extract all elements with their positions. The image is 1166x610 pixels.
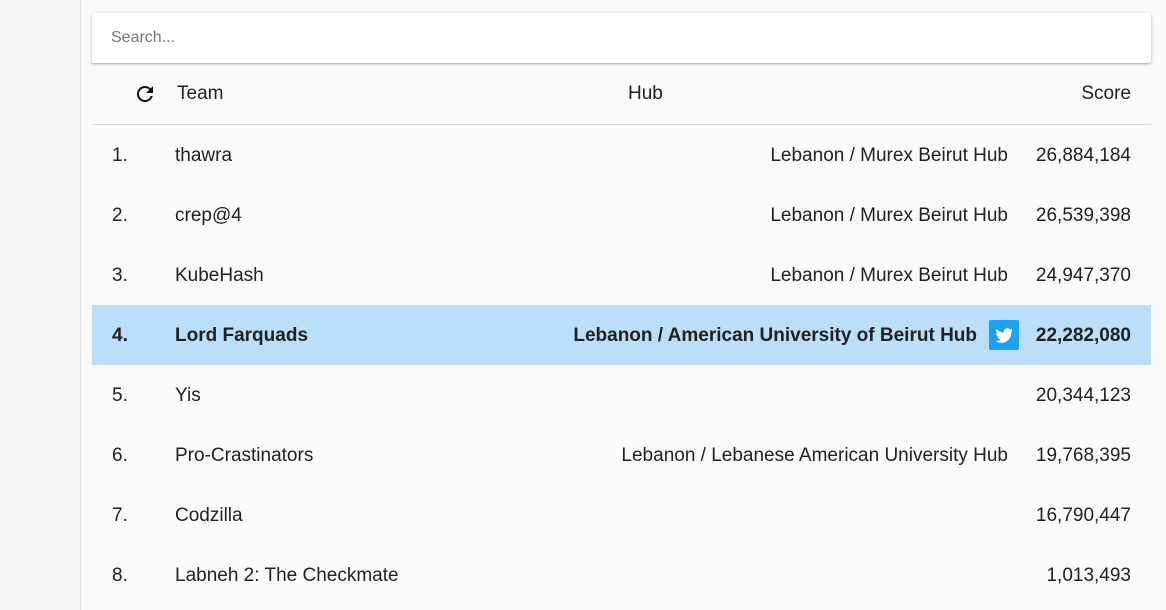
sidebar	[0, 0, 81, 610]
row-score: 19,768,395	[1035, 445, 1131, 466]
row-rank: 6.	[112, 445, 128, 466]
table-header: Team Hub Score	[92, 64, 1151, 125]
row-team: crep@4	[175, 205, 242, 226]
table-row[interactable]: 1. thawra Lebanon / Murex Beirut Hub 26,…	[92, 125, 1151, 185]
row-rank: 8.	[112, 565, 128, 586]
row-score: 22,282,080	[1035, 325, 1131, 346]
search-input[interactable]	[92, 13, 1111, 63]
table-row[interactable]: 2. crep@4 Lebanon / Murex Beirut Hub 26,…	[92, 185, 1151, 245]
row-rank: 1.	[112, 145, 128, 166]
row-rank: 2.	[112, 205, 128, 226]
row-rank: 7.	[112, 505, 128, 526]
row-rank: 3.	[112, 265, 128, 286]
row-team: thawra	[175, 145, 233, 166]
row-hub: Lebanon / Murex Beirut Hub	[770, 205, 1008, 226]
row-hub: Lebanon / Lebanese American University H…	[621, 445, 1008, 466]
row-rank: 4.	[112, 325, 128, 346]
row-team: Pro-Crastinators	[175, 445, 314, 466]
row-score: 16,790,447	[1035, 505, 1131, 526]
row-score: 26,539,398	[1035, 205, 1131, 226]
table-row[interactable]: 5. Yis 20,344,123	[92, 365, 1151, 425]
column-header-team[interactable]: Team	[177, 83, 223, 105]
row-hub: Lebanon / Murex Beirut Hub	[770, 265, 1008, 286]
row-score: 26,884,184	[1035, 145, 1131, 166]
row-team: Labneh 2: The Checkmate	[175, 565, 399, 586]
row-hub: Lebanon / Murex Beirut Hub	[770, 145, 1008, 166]
leaderboard: Team Hub Score 1. thawra Lebanon / Murex…	[92, 0, 1151, 610]
row-team: Yis	[175, 385, 201, 406]
refresh-icon[interactable]	[133, 82, 157, 106]
row-hub: Lebanon / American University of Beirut …	[573, 325, 977, 346]
column-header-hub[interactable]: Hub	[628, 83, 663, 105]
row-team: KubeHash	[175, 265, 264, 286]
table-row[interactable]: 6. Pro-Crastinators Lebanon / Lebanese A…	[92, 425, 1151, 485]
column-header-score[interactable]: Score	[1081, 83, 1131, 105]
row-team: Codzilla	[175, 505, 243, 526]
row-score: 1,013,493	[1046, 565, 1131, 586]
row-rank: 5.	[112, 385, 128, 406]
row-team: Lord Farquads	[175, 325, 309, 346]
twitter-icon[interactable]	[989, 320, 1019, 350]
table-row[interactable]: 7. Codzilla 16,790,447	[92, 485, 1151, 545]
row-score: 24,947,370	[1035, 265, 1131, 286]
search-box	[92, 13, 1151, 63]
table-row[interactable]: 3. KubeHash Lebanon / Murex Beirut Hub 2…	[92, 245, 1151, 305]
table-row-highlighted[interactable]: 4. Lord Farquads Lebanon / American Univ…	[92, 305, 1151, 365]
table-body: 1. thawra Lebanon / Murex Beirut Hub 26,…	[92, 125, 1151, 605]
row-score: 20,344,123	[1035, 385, 1131, 406]
table-row[interactable]: 8. Labneh 2: The Checkmate 1,013,493	[92, 545, 1151, 605]
